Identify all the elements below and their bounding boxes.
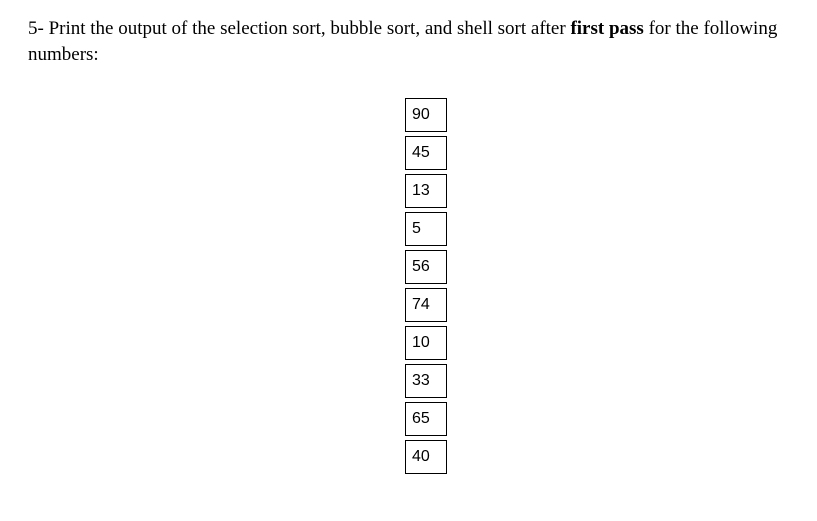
table-row: 13 bbox=[405, 174, 447, 208]
cell-value: 5 bbox=[412, 220, 421, 238]
table-row: 74 bbox=[405, 288, 447, 322]
question-number: 5- bbox=[28, 18, 49, 39]
table-row: 10 bbox=[405, 326, 447, 360]
cell-value: 90 bbox=[412, 106, 430, 124]
cell-value: 33 bbox=[412, 372, 430, 390]
cell-value: 10 bbox=[412, 334, 430, 352]
cell-value: 13 bbox=[412, 182, 430, 200]
numbers-table: 90 45 13 5 56 74 10 33 65 40 bbox=[405, 98, 447, 478]
table-row: 56 bbox=[405, 250, 447, 284]
table-row: 5 bbox=[405, 212, 447, 246]
table-row: 33 bbox=[405, 364, 447, 398]
table-row: 90 bbox=[405, 98, 447, 132]
question-bold: first pass bbox=[570, 18, 643, 39]
cell-value: 40 bbox=[412, 448, 430, 466]
cell-value: 56 bbox=[412, 258, 430, 276]
table-row: 40 bbox=[405, 440, 447, 474]
table-row: 65 bbox=[405, 402, 447, 436]
question-body-before: Print the output of the selection sort, … bbox=[49, 18, 571, 39]
question-text: 5- Print the output of the selection sor… bbox=[28, 16, 788, 67]
cell-value: 45 bbox=[412, 144, 430, 162]
cell-value: 74 bbox=[412, 296, 430, 314]
cell-value: 65 bbox=[412, 410, 430, 428]
table-row: 45 bbox=[405, 136, 447, 170]
